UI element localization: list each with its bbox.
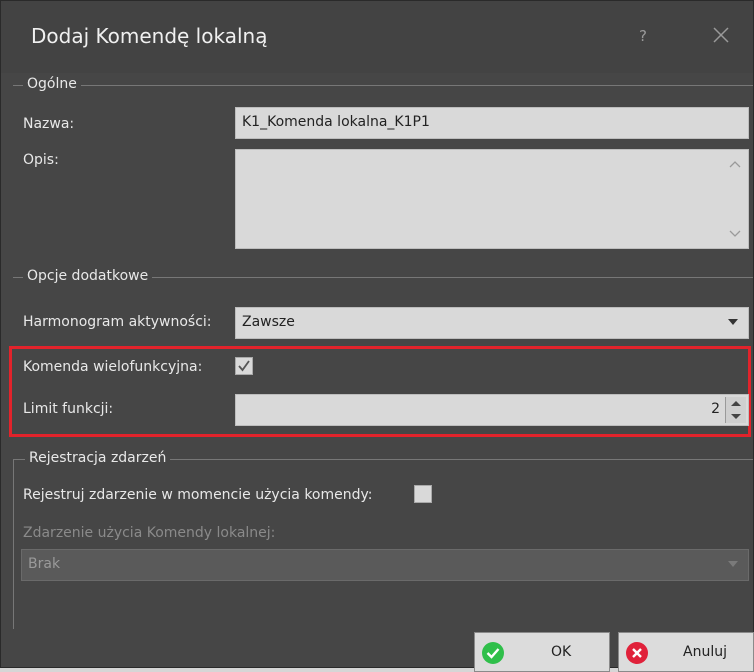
scroll-down-icon[interactable] bbox=[728, 226, 742, 240]
events-section-border-left bbox=[13, 459, 14, 629]
description-label: Opis: bbox=[23, 152, 59, 168]
add-local-command-dialog: Dodaj Komendę lokalną ? Ogólne Nazwa: K1… bbox=[0, 0, 754, 672]
name-input-value: K1_Komenda lokalna_K1P1 bbox=[242, 114, 430, 130]
general-section-legend: Ogólne bbox=[23, 76, 81, 92]
additional-section-legend: Opcje dodatkowe bbox=[23, 268, 153, 284]
title-bar: Dodaj Komendę lokalną ? bbox=[1, 1, 753, 73]
description-textarea[interactable] bbox=[235, 149, 749, 249]
register-event-label: Rejestruj zdarzenie w momencie użycia ko… bbox=[23, 487, 373, 503]
general-section-border bbox=[13, 85, 753, 86]
event-value: Brak bbox=[28, 556, 61, 572]
cancel-circle-icon bbox=[626, 642, 648, 664]
multifunction-checkbox[interactable] bbox=[235, 357, 253, 375]
multifunction-label: Komenda wielofunkcyjna: bbox=[23, 359, 203, 375]
schedule-select[interactable]: Zawsze bbox=[235, 307, 749, 339]
cancel-button[interactable]: Anuluj bbox=[618, 632, 754, 672]
name-label: Nazwa: bbox=[23, 116, 75, 132]
scroll-up-icon[interactable] bbox=[728, 158, 742, 172]
ok-button-label: OK bbox=[551, 644, 572, 660]
chevron-down-icon bbox=[728, 319, 738, 325]
name-input[interactable]: K1_Komenda lokalna_K1P1 bbox=[235, 107, 749, 139]
close-icon[interactable] bbox=[707, 21, 735, 49]
chevron-down-icon bbox=[728, 561, 738, 567]
limit-value: 2 bbox=[711, 401, 720, 417]
event-label: Zdarzenie użycia Komendy lokalnej: bbox=[23, 525, 276, 541]
spin-down-icon[interactable] bbox=[726, 410, 746, 423]
cancel-button-label: Anuluj bbox=[683, 644, 727, 660]
schedule-value: Zawsze bbox=[242, 314, 295, 330]
limit-stepper[interactable]: 2 bbox=[235, 394, 749, 426]
events-section-legend: Rejestracja zdarzeń bbox=[25, 450, 171, 466]
check-circle-icon bbox=[482, 642, 504, 664]
spin-buttons bbox=[725, 397, 746, 423]
schedule-label: Harmonogram aktywności: bbox=[23, 314, 212, 330]
limit-label: Limit funkcji: bbox=[23, 401, 114, 417]
help-icon[interactable]: ? bbox=[639, 27, 647, 45]
register-event-checkbox[interactable] bbox=[414, 485, 432, 503]
event-select[interactable]: Brak bbox=[21, 549, 749, 581]
spin-up-icon[interactable] bbox=[726, 397, 746, 410]
dialog-title: Dodaj Komendę lokalną bbox=[31, 24, 268, 48]
checkmark-icon bbox=[238, 360, 250, 372]
ok-button[interactable]: OK bbox=[474, 632, 610, 672]
